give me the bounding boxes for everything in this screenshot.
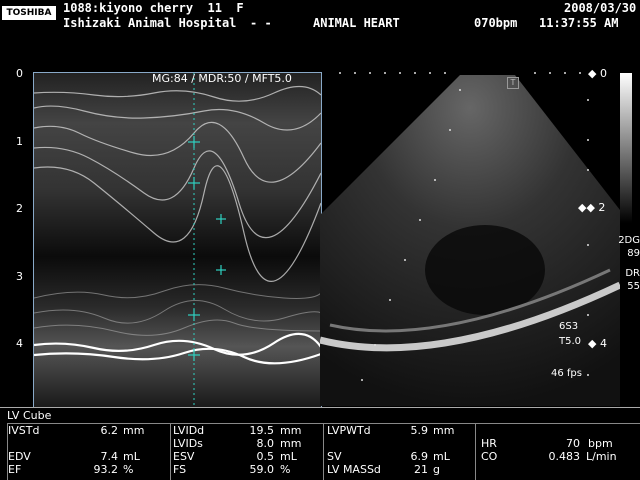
sector-depth-marker-2: ◆◆ 2 bbox=[578, 201, 606, 214]
unit-hr: bpm bbox=[588, 437, 613, 450]
label-fs: FS bbox=[173, 463, 187, 476]
sector-image[interactable] bbox=[320, 70, 620, 406]
unit-lv-mass: g bbox=[433, 463, 440, 476]
value-lvids: 8.0 bbox=[256, 437, 275, 450]
dr-label: DR bbox=[625, 268, 640, 279]
heart-rate-time: 070bpm 11:37:55 AM bbox=[474, 16, 619, 30]
sector-depth-0: 0 bbox=[599, 67, 607, 80]
measurement-title: LV Cube bbox=[7, 409, 52, 422]
unit-ivstd: mm bbox=[123, 424, 145, 437]
value-edv: 7.4 bbox=[100, 450, 119, 463]
label-ivstd: IVSTd bbox=[8, 424, 40, 437]
unit-lvids: mm bbox=[280, 437, 302, 450]
exam-type: ANIMAL HEART bbox=[313, 16, 400, 30]
divider bbox=[475, 424, 476, 480]
separator-dashes: - - bbox=[250, 16, 272, 30]
unit-ef: % bbox=[123, 463, 134, 476]
label-lvids: LVIDs bbox=[173, 437, 203, 450]
gain-value: 89 bbox=[627, 248, 640, 259]
probe-label: 6S3 bbox=[559, 321, 579, 332]
value-esv: 0.5 bbox=[256, 450, 275, 463]
unit-edv: mL bbox=[123, 450, 140, 463]
exam-date: 2008/03/30 bbox=[564, 1, 637, 15]
sector-depth-2: 2 bbox=[598, 201, 606, 214]
unit-fs: % bbox=[280, 463, 291, 476]
unit-sv: mL bbox=[433, 450, 450, 463]
divider bbox=[170, 424, 171, 480]
frame-rate: 46 fps bbox=[551, 368, 582, 379]
sector-depth-marker-4: ◆ 4 bbox=[588, 337, 607, 350]
label-hr: HR bbox=[481, 437, 497, 450]
patient-info: 1088:kiyono cherry 11 F bbox=[63, 1, 244, 15]
depth-tick-0: 0 bbox=[16, 67, 23, 80]
depth-tick-3: 3 bbox=[16, 270, 23, 283]
probe-orientation-icon: T bbox=[507, 77, 519, 89]
value-lv-mass: 21 bbox=[414, 463, 428, 476]
value-ivstd: 6.2 bbox=[100, 424, 119, 437]
unit-lvpwtd: mm bbox=[433, 424, 455, 437]
depth-tick-2: 2 bbox=[16, 202, 23, 215]
depth-tick-4: 4 bbox=[16, 337, 23, 350]
unit-esv: mL bbox=[280, 450, 297, 463]
label-sv: SV bbox=[327, 450, 342, 463]
mmode-panel[interactable] bbox=[33, 72, 322, 408]
value-hr: 70 bbox=[566, 437, 580, 450]
measurement-panel: LV Cube IVSTd 6.2 mm LVIDd 19.5 mm LVPWT… bbox=[0, 407, 640, 480]
value-sv: 6.9 bbox=[410, 450, 429, 463]
value-fs: 59.0 bbox=[249, 463, 275, 476]
mmode-parameters: MG:84 / MDR:50 / MFT5.0 bbox=[152, 72, 292, 85]
header-bar: TOSHIBA 1088:kiyono cherry 11 F Ishizaki… bbox=[0, 0, 640, 36]
value-lvpwtd: 5.9 bbox=[410, 424, 429, 437]
value-lvidd: 19.5 bbox=[249, 424, 275, 437]
hospital-name: Ishizaki Animal Hospital bbox=[63, 16, 237, 30]
brand-logo: TOSHIBA bbox=[2, 6, 56, 20]
label-lvidd: LVIDd bbox=[173, 424, 205, 437]
label-co: CO bbox=[481, 450, 498, 463]
unit-co: L/min bbox=[586, 450, 617, 463]
label-lv-mass: LV MASSd bbox=[327, 463, 381, 476]
frequency-label: T5.0 bbox=[559, 336, 582, 347]
dr-value: 55 bbox=[627, 281, 640, 292]
label-ef: EF bbox=[8, 463, 22, 476]
sector-depth-4: 4 bbox=[599, 337, 607, 350]
mmode-trace bbox=[34, 73, 321, 407]
label-esv: ESV bbox=[173, 450, 195, 463]
imaging-settings: 2DG 89 DR 55 bbox=[615, 234, 640, 293]
value-ef: 93.2 bbox=[93, 463, 119, 476]
sector-depth-marker-0: ◆ 0 bbox=[588, 67, 607, 80]
mode-label: 2DG bbox=[618, 235, 640, 246]
label-edv: EDV bbox=[8, 450, 31, 463]
depth-tick-1: 1 bbox=[16, 135, 23, 148]
grayscale-bar bbox=[620, 73, 632, 223]
unit-lvidd: mm bbox=[280, 424, 302, 437]
value-co: 0.483 bbox=[548, 450, 581, 463]
label-lvpwtd: LVPWTd bbox=[327, 424, 371, 437]
divider bbox=[323, 424, 324, 480]
sector-scan bbox=[320, 72, 620, 406]
